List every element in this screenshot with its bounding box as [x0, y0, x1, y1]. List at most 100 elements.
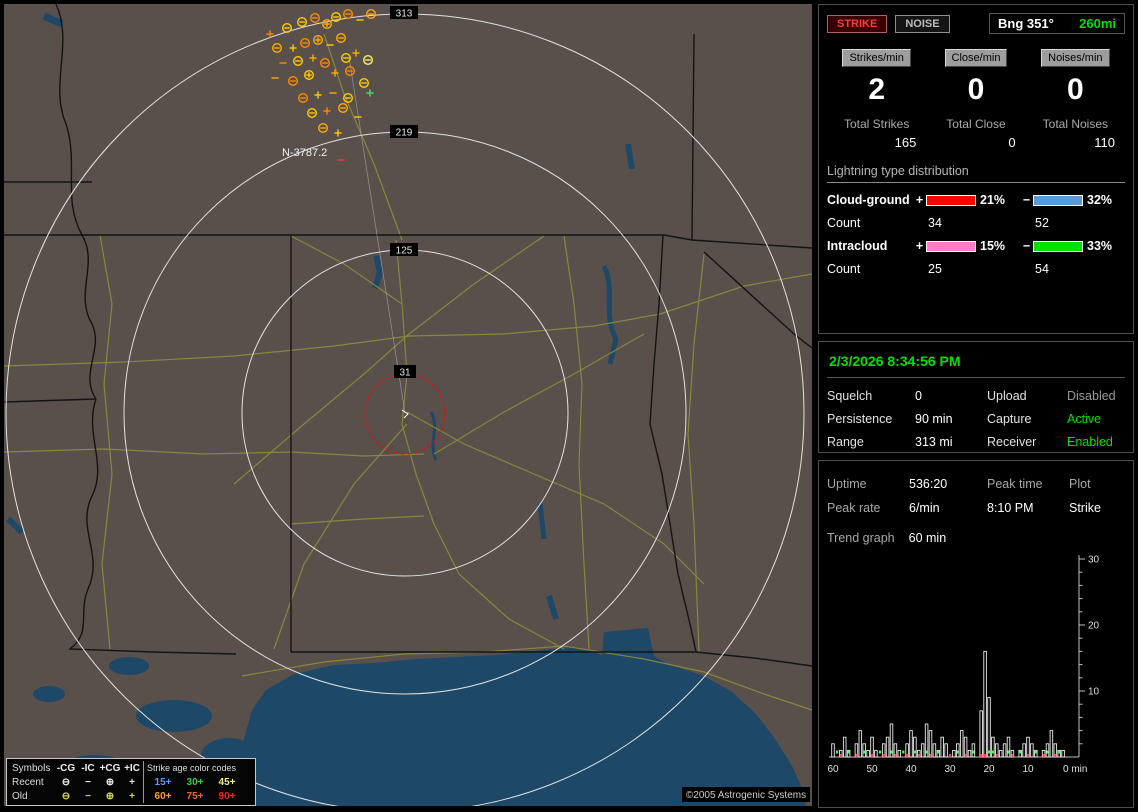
- lightning-app-window: 313 219 125 31 N-3787.2 ©2005 Astrogenic…: [0, 0, 1138, 812]
- pos-ic-old-icon: +: [129, 790, 135, 802]
- total-noises-value: 110: [1094, 135, 1115, 150]
- legend-old-row: Old ⊖ − ⊕ + 60+ 75+ 90+: [9, 789, 253, 803]
- neg-ic-old-icon: −: [85, 790, 91, 802]
- neg-cg-old-icon: ⊖: [61, 790, 71, 802]
- plot-value: Strike: [1069, 501, 1101, 515]
- ring-label-313: 313: [390, 6, 418, 20]
- total-close-value: 0: [1008, 135, 1016, 150]
- total-strikes-value: 165: [894, 135, 917, 150]
- plus-sign: +: [915, 239, 924, 253]
- ic-plus-bar: [926, 240, 976, 252]
- svg-text:20: 20: [983, 764, 995, 775]
- stats-grid: Uptime 536:20 Peak time Plot Peak rate 6…: [827, 477, 1125, 515]
- cg-minus-bar: [1033, 194, 1083, 206]
- svg-text:30: 30: [1088, 555, 1100, 566]
- cg-plus-bar: [926, 194, 976, 206]
- ic-minus-bar: [1033, 240, 1083, 252]
- svg-text:©2005 Astrogenic Systems: ©2005 Astrogenic Systems: [686, 790, 806, 801]
- legend-symbols-header: Symbols: [12, 762, 51, 774]
- age-45: 45+: [218, 776, 236, 788]
- map-legend: Symbols -CG -IC +CG +IC Strike age color…: [6, 758, 256, 806]
- capture-label: Capture: [987, 412, 1032, 426]
- lightning-map[interactable]: 313 219 125 31 N-3787.2 ©2005 Astrogenic…: [4, 4, 812, 806]
- ic-minus-count: 54: [1035, 262, 1049, 276]
- capture-value: Active: [1067, 412, 1102, 426]
- svg-text:20: 20: [1088, 621, 1100, 632]
- ic-count-label: Count: [827, 262, 861, 276]
- strike-button[interactable]: STRIKE: [827, 14, 888, 33]
- trend-section: Uptime 536:20 Peak time Plot Peak rate 6…: [818, 460, 1134, 808]
- storm-cell-label: N-3787.2: [282, 147, 327, 159]
- trend-graph: 10 20 30 60 50 40 30 20 10 0 min: [827, 555, 1100, 776]
- noise-button[interactable]: NOISE: [895, 14, 950, 33]
- plus-sign: +: [915, 193, 924, 207]
- minus-sign: −: [1022, 193, 1031, 207]
- pos-cg-recent-icon: ⊕: [105, 776, 115, 788]
- cg-minus-count: 52: [1035, 216, 1049, 230]
- status-section: 2/3/2026 8:34:56 PM Squelch 0 Upload Dis…: [818, 341, 1134, 453]
- svg-text:31: 31: [399, 368, 411, 379]
- legend-age-header: Strike age color codes: [147, 763, 237, 773]
- legend-col-pos-ic: +IC: [124, 762, 140, 774]
- bearing-range-value: 260mi: [1079, 16, 1116, 31]
- peak-time-label: Peak time: [987, 477, 1043, 491]
- ring-label-31: 31: [394, 365, 416, 379]
- side-panel: STRIKE NOISE Bng 351° 260mi Strikes/min …: [818, 4, 1134, 808]
- cg-plus-pct: 21%: [980, 193, 1006, 207]
- legend-col-neg-cg: -CG: [56, 762, 76, 774]
- neg-cg-recent-icon: ⊖: [61, 776, 71, 788]
- uptime-value: 536:20: [909, 477, 948, 491]
- legend-col-pos-cg: +CG: [99, 762, 121, 774]
- cg-plus-count: 34: [928, 216, 942, 230]
- svg-text:125: 125: [396, 246, 413, 257]
- noises-per-min-button[interactable]: Noises/min: [1041, 49, 1110, 67]
- total-noises-label: Total Noises: [1042, 117, 1109, 131]
- receiver-value: Enabled: [1067, 435, 1113, 449]
- strike-stats-section: STRIKE NOISE Bng 351° 260mi Strikes/min …: [818, 4, 1134, 334]
- legend-recent-row: Recent ⊖ − ⊕ + 15+ 30+ 45+: [9, 775, 253, 789]
- rate-columns: Strikes/min 2 Total Strikes 165 Close/mi…: [827, 48, 1125, 150]
- legend-old-label: Old: [12, 790, 28, 802]
- age-75: 75+: [186, 790, 204, 802]
- svg-text:60: 60: [827, 764, 839, 775]
- peak-time-value: 8:10 PM: [987, 501, 1034, 515]
- close-per-min-column: Close/min 0 Total Close 0: [926, 48, 1025, 150]
- neg-ic-recent-icon: −: [85, 776, 91, 788]
- svg-text:50: 50: [866, 764, 878, 775]
- close-per-min-value: 0: [967, 73, 985, 106]
- upload-value: Disabled: [1067, 389, 1116, 403]
- cg-count-label: Count: [827, 216, 861, 230]
- ring-label-125: 125: [390, 243, 418, 257]
- close-per-min-button[interactable]: Close/min: [944, 49, 1008, 67]
- svg-text:313: 313: [396, 9, 413, 20]
- upload-label: Upload: [987, 389, 1027, 403]
- squelch-value: 0: [915, 389, 922, 403]
- pos-ic-recent-icon: +: [129, 776, 135, 788]
- trend-graph-window: 60 min: [908, 531, 947, 545]
- intracloud-label: Intracloud: [827, 239, 888, 253]
- uptime-label: Uptime: [827, 477, 867, 491]
- total-close-label: Total Close: [946, 117, 1006, 131]
- receiver-label: Receiver: [987, 435, 1037, 449]
- strikes-per-min-value: 2: [868, 73, 885, 106]
- status-grid: Squelch 0 Upload Disabled Persistence 90…: [827, 389, 1125, 449]
- svg-text:0 min: 0 min: [1063, 764, 1087, 775]
- svg-text:30: 30: [944, 764, 956, 775]
- ic-plus-pct: 15%: [980, 239, 1006, 253]
- svg-text:10: 10: [1022, 764, 1034, 775]
- strikes-per-min-column: Strikes/min 2 Total Strikes 165: [827, 48, 926, 150]
- ring-label-219: 219: [390, 125, 418, 139]
- persistence-label: Persistence: [827, 412, 893, 426]
- noises-per-min-value: 0: [1066, 73, 1084, 106]
- strikes-per-min-button[interactable]: Strikes/min: [842, 49, 911, 67]
- legend-recent-label: Recent: [12, 776, 44, 788]
- datetime-display: 2/3/2026 8:34:56 PM: [827, 350, 1125, 378]
- svg-text:219: 219: [396, 128, 413, 139]
- ic-plus-count: 25: [928, 262, 942, 276]
- age-30: 30+: [186, 776, 204, 788]
- age-15: 15+: [154, 776, 172, 788]
- svg-text:10: 10: [1088, 687, 1100, 698]
- distribution-table: Cloud-ground + 21% − 32% Count 34 52 Int…: [827, 193, 1125, 276]
- bearing-readout: Bng 351° 260mi: [989, 13, 1125, 34]
- plot-label: Plot: [1069, 477, 1091, 491]
